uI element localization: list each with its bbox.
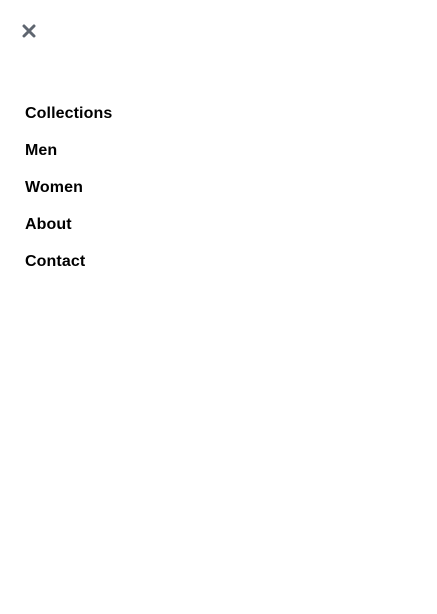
nav-link-collections[interactable]: Collections bbox=[25, 105, 112, 123]
nav-link-men[interactable]: Men bbox=[25, 142, 57, 160]
close-icon bbox=[22, 24, 36, 38]
nav-item-contact: Contact bbox=[25, 243, 112, 280]
nav-item-men: Men bbox=[25, 132, 112, 169]
mobile-nav-menu: Collections Men Women About Contact bbox=[0, 0, 437, 614]
nav-link-about[interactable]: About bbox=[25, 216, 72, 234]
nav-link-women[interactable]: Women bbox=[25, 179, 83, 197]
nav-link-contact[interactable]: Contact bbox=[25, 253, 85, 271]
nav-item-women: Women bbox=[25, 169, 112, 206]
nav-item-collections: Collections bbox=[25, 95, 112, 132]
nav-list: Collections Men Women About Contact bbox=[25, 95, 112, 280]
close-button[interactable] bbox=[18, 20, 40, 42]
nav-item-about: About bbox=[25, 206, 112, 243]
